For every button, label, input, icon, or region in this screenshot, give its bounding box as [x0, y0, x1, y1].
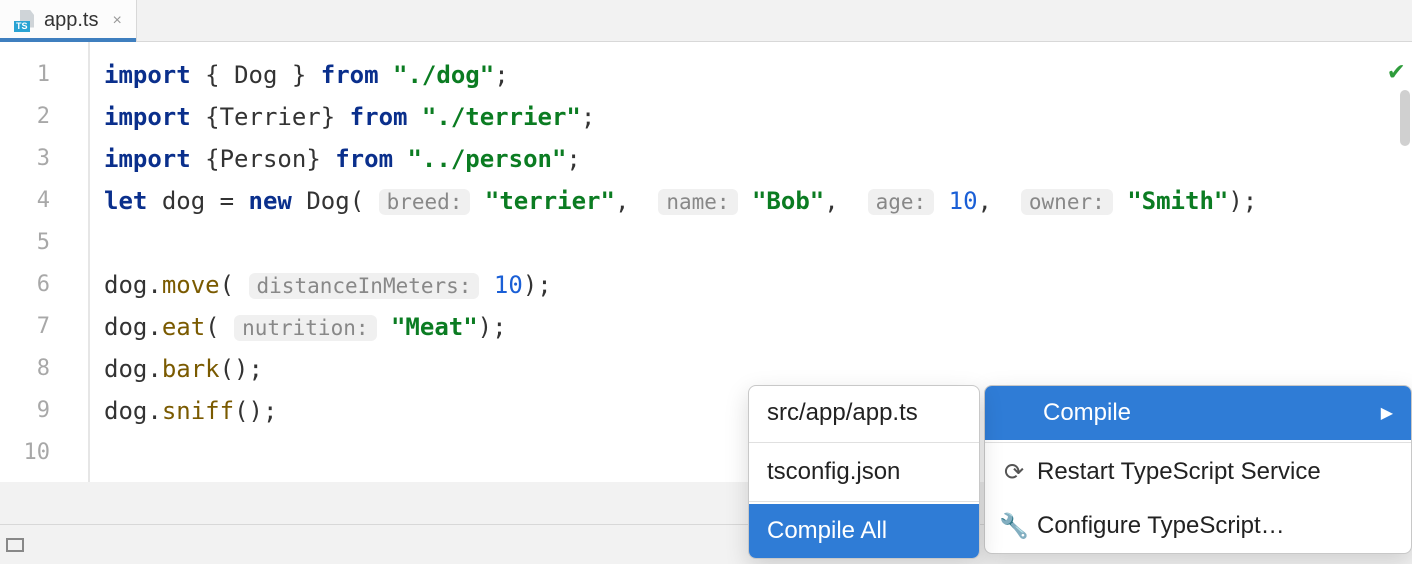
line-number[interactable]: 10: [0, 432, 88, 474]
parameter-hint: name:: [658, 189, 737, 215]
line-number-gutter: 1 2 3 4 5 6 7 8 9 10: [0, 42, 88, 482]
code-line[interactable]: [104, 222, 1412, 264]
line-number[interactable]: 4: [0, 180, 88, 222]
line-number[interactable]: 2: [0, 96, 88, 138]
line-number[interactable]: 1: [0, 54, 88, 96]
tab-app-ts[interactable]: TS app.ts ×: [0, 0, 137, 41]
code-line[interactable]: dog.move( distanceInMeters: 10);: [104, 264, 1412, 306]
line-number[interactable]: 5: [0, 222, 88, 264]
code-line[interactable]: dog.bark();: [104, 348, 1412, 390]
parameter-hint: nutrition:: [234, 315, 376, 341]
code-line[interactable]: let dog = new Dog( breed: "terrier", nam…: [104, 180, 1412, 222]
menu-item-compile[interactable]: Compile ▶: [985, 386, 1411, 440]
layout-icon[interactable]: [6, 538, 24, 552]
compile-submenu: src/app/app.ts tsconfig.json Compile All: [748, 385, 980, 559]
typescript-context-menu: Compile ▶ ⟳ Restart TypeScript Service 🔧…: [984, 385, 1412, 554]
menu-separator: [985, 442, 1411, 443]
menu-item-label: src/app/app.ts: [767, 399, 918, 427]
menu-item-compile-tsconfig[interactable]: tsconfig.json: [749, 445, 979, 499]
code-line[interactable]: dog.eat( nutrition: "Meat");: [104, 306, 1412, 348]
wrench-icon: 🔧: [1003, 512, 1025, 541]
line-number[interactable]: 7: [0, 306, 88, 348]
menu-item-restart-ts[interactable]: ⟳ Restart TypeScript Service: [985, 445, 1411, 499]
menu-item-label: tsconfig.json: [767, 458, 900, 486]
code-line[interactable]: import { Dog } from "./dog";: [104, 54, 1412, 96]
tab-bar: TS app.ts ×: [0, 0, 1412, 42]
tab-label: app.ts: [44, 9, 98, 32]
chevron-right-icon: ▶: [1381, 403, 1393, 423]
restart-icon: ⟳: [1003, 458, 1025, 487]
line-number[interactable]: 8: [0, 348, 88, 390]
menu-item-label: Restart TypeScript Service: [1037, 458, 1321, 486]
menu-separator: [749, 442, 979, 443]
close-icon[interactable]: ×: [112, 12, 121, 30]
menu-item-configure-ts[interactable]: 🔧 Configure TypeScript…: [985, 499, 1411, 553]
parameter-hint: age:: [868, 189, 935, 215]
code-line[interactable]: import {Terrier} from "./terrier";: [104, 96, 1412, 138]
scrollbar-thumb[interactable]: [1400, 90, 1410, 146]
parameter-hint: owner:: [1021, 189, 1113, 215]
menu-separator: [749, 501, 979, 502]
inspection-ok-icon[interactable]: ✔: [1388, 56, 1404, 86]
menu-item-compile-all[interactable]: Compile All: [749, 504, 979, 558]
menu-item-label: Compile All: [767, 517, 887, 545]
line-number[interactable]: 9: [0, 390, 88, 432]
parameter-hint: distanceInMeters:: [249, 273, 480, 299]
line-number[interactable]: 3: [0, 138, 88, 180]
menu-item-label: Compile: [1043, 399, 1131, 427]
typescript-file-icon: TS: [14, 10, 36, 32]
line-number[interactable]: 6: [0, 264, 88, 306]
parameter-hint: breed:: [379, 189, 471, 215]
menu-item-compile-file[interactable]: src/app/app.ts: [749, 386, 979, 440]
menu-item-label: Configure TypeScript…: [1037, 512, 1285, 540]
code-line[interactable]: import {Person} from "../person";: [104, 138, 1412, 180]
